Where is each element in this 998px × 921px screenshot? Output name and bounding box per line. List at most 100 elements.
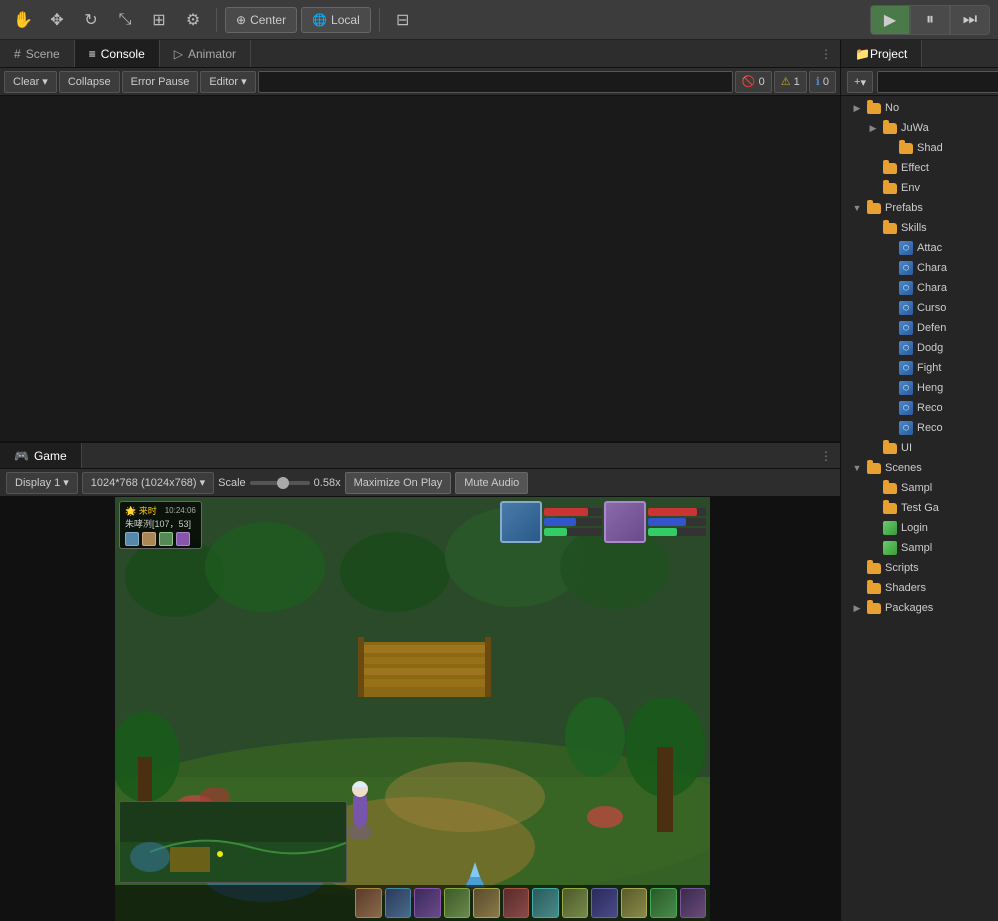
tree-item-scripts[interactable]: Scripts	[841, 558, 998, 578]
file-tree: ▶ No ▶ JuWa Shad Effect Env ▼ Prefabs Sk…	[841, 96, 998, 921]
main-area: # Scene ≡ Console ▷ Animator ⋮ Clear ▾ C…	[0, 40, 998, 921]
scene-file-icon	[883, 541, 897, 555]
folder-icon: 📁	[855, 47, 870, 61]
hud-portrait-2	[604, 501, 646, 543]
prefab-icon: ⬡	[899, 381, 913, 395]
skill-icon-4[interactable]	[444, 888, 471, 918]
rect-tool-btn[interactable]: ⊞	[144, 5, 174, 35]
skill-icon-10[interactable]	[621, 888, 648, 918]
tree-item-label: Reco	[917, 422, 943, 434]
mute-audio-btn[interactable]: Mute Audio	[455, 472, 528, 494]
tree-item-reco[interactable]: ⬡ Reco	[841, 398, 998, 418]
tree-item-juwa[interactable]: ▶ JuWa	[841, 118, 998, 138]
warning-badge[interactable]: ⚠ 1	[774, 71, 807, 93]
play-btn[interactable]: ▶	[870, 5, 910, 35]
resolution-btn[interactable]: 1024*768 (1024x768) ▾	[82, 472, 214, 494]
tree-item-chara[interactable]: ⬡ Chara	[841, 278, 998, 298]
tree-item-attac[interactable]: ⬡ Attac	[841, 238, 998, 258]
tabs-more-btn[interactable]: ⋮	[812, 40, 840, 67]
game-content: 🌟 来时 10:24:06 朱哮洌[107，53]	[115, 497, 710, 921]
clear-btn[interactable]: Clear ▾	[4, 71, 57, 93]
tree-item-fight[interactable]: ⬡ Fight	[841, 358, 998, 378]
tree-arrow-placeholder	[883, 402, 895, 414]
tree-item-reco[interactable]: ⬡ Reco	[841, 418, 998, 438]
tab-project[interactable]: 📁 Project	[841, 40, 922, 67]
skill-icon-8[interactable]	[562, 888, 589, 918]
project-search-input[interactable]	[877, 71, 998, 93]
tree-item-env[interactable]: Env	[841, 178, 998, 198]
tree-item-defen[interactable]: ⬡ Defen	[841, 318, 998, 338]
game-panel: 🎮 Game ⋮ Display 1 ▾ 1024*768 (1024x768)…	[0, 441, 840, 921]
rotate-tool-btn[interactable]: ↻	[76, 5, 106, 35]
game-tab-bar: 🎮 Game ⋮	[0, 441, 840, 469]
scene-icon: #	[14, 47, 21, 61]
tab-scene[interactable]: # Scene	[0, 40, 75, 67]
console-search-input[interactable]	[258, 71, 733, 93]
tree-item-skills[interactable]: Skills	[841, 218, 998, 238]
game-tabs-more-btn[interactable]: ⋮	[812, 443, 840, 468]
center-btn[interactable]: ⊕ Center	[225, 7, 297, 33]
hud-portrait-1	[500, 501, 542, 543]
scale-tool-btn[interactable]: ⤡	[110, 5, 140, 35]
hud-exp-fill-2	[648, 528, 677, 536]
game-hud-top-right	[500, 501, 706, 543]
tree-item-sampl[interactable]: Sampl	[841, 538, 998, 558]
error-badge[interactable]: 🚫 0	[735, 71, 772, 93]
tree-item-shaders[interactable]: Shaders	[841, 578, 998, 598]
tree-item-scenes[interactable]: ▼ Scenes	[841, 458, 998, 478]
tree-item-shad[interactable]: Shad	[841, 138, 998, 158]
tree-item-effect[interactable]: Effect	[841, 158, 998, 178]
tree-arrow-placeholder	[883, 302, 895, 314]
scale-slider[interactable]	[250, 481, 310, 485]
tree-arrow-placeholder	[883, 342, 895, 354]
skill-icon-1[interactable]	[355, 888, 382, 918]
display-btn[interactable]: Display 1 ▾	[6, 472, 78, 494]
skill-icon-12[interactable]	[680, 888, 707, 918]
prefab-icon: ⬡	[899, 241, 913, 255]
hud-char-2	[604, 501, 706, 543]
tree-item-label: Effect	[901, 162, 929, 174]
skill-icon-6[interactable]	[503, 888, 530, 918]
tree-item-heng[interactable]: ⬡ Heng	[841, 378, 998, 398]
tab-console[interactable]: ≡ Console	[75, 40, 160, 67]
info-badge[interactable]: ℹ 0	[809, 71, 836, 93]
local-btn[interactable]: 🌐 Local	[301, 7, 371, 33]
maximize-on-play-btn[interactable]: Maximize On Play	[345, 472, 452, 494]
step-btn[interactable]: ⏭	[950, 5, 990, 35]
skill-icon-5[interactable]	[473, 888, 500, 918]
hand-tool-btn[interactable]: ✋	[8, 5, 38, 35]
skill-icon-11[interactable]	[650, 888, 677, 918]
pause-btn[interactable]: ⏸	[910, 5, 950, 35]
custom-tool-btn[interactable]: ⚙	[178, 5, 208, 35]
skill-icon-2[interactable]	[385, 888, 412, 918]
tree-item-no[interactable]: ▶ No	[841, 98, 998, 118]
error-pause-btn[interactable]: Error Pause	[122, 71, 199, 93]
tree-item-test ga[interactable]: Test Ga	[841, 498, 998, 518]
tree-item-chara[interactable]: ⬡ Chara	[841, 258, 998, 278]
prefab-icon: ⬡	[899, 261, 913, 275]
tree-arrow-placeholder	[883, 382, 895, 394]
hud-icon-1	[125, 532, 139, 546]
layers-btn[interactable]: ⊟	[388, 5, 418, 35]
folder-icon	[883, 183, 897, 194]
tree-item-login[interactable]: Login	[841, 518, 998, 538]
skill-icon-7[interactable]	[532, 888, 559, 918]
tree-item-prefabs[interactable]: ▼ Prefabs	[841, 198, 998, 218]
skill-icon-3[interactable]	[414, 888, 441, 918]
tab-animator[interactable]: ▷ Animator	[160, 40, 251, 67]
move-tool-btn[interactable]: ✥	[42, 5, 72, 35]
folder-icon	[867, 563, 881, 574]
collapse-btn[interactable]: Collapse	[59, 71, 120, 93]
tree-item-curso[interactable]: ⬡ Curso	[841, 298, 998, 318]
tree-item-ui[interactable]: UI	[841, 438, 998, 458]
tree-arrow-placeholder	[883, 242, 895, 254]
add-asset-btn[interactable]: + ▾	[847, 71, 873, 93]
tab-game[interactable]: 🎮 Game	[0, 443, 82, 468]
skill-icon-9[interactable]	[591, 888, 618, 918]
info-icon: ℹ	[816, 75, 820, 88]
tree-item-packages[interactable]: ▶ Packages	[841, 598, 998, 618]
tree-item-sampl[interactable]: Sampl	[841, 478, 998, 498]
folder-icon	[883, 443, 897, 454]
editor-btn[interactable]: Editor ▾	[200, 71, 255, 93]
tree-item-dodg[interactable]: ⬡ Dodg	[841, 338, 998, 358]
